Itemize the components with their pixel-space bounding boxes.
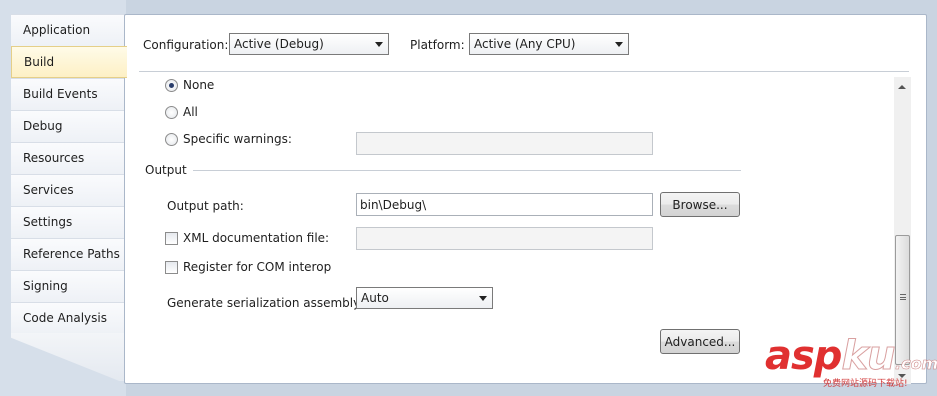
watermark-brand-a: asp [765, 333, 842, 379]
configuration-value: Active (Debug) [234, 37, 324, 51]
tab-debug[interactable]: Debug [11, 110, 125, 142]
serialization-label: Generate serialization assembly: [167, 296, 364, 310]
warnings-specific-label: Specific warnings: [183, 132, 292, 146]
scroll-up-icon[interactable] [898, 85, 906, 89]
serialization-dropdown[interactable]: Auto [356, 287, 493, 309]
tab-label: Code Analysis [23, 311, 107, 325]
warnings-specific-radio[interactable] [165, 133, 178, 146]
platform-value: Active (Any CPU) [474, 37, 576, 51]
tab-code-analysis[interactable]: Code Analysis [11, 302, 125, 334]
tab-settings[interactable]: Settings [11, 206, 125, 238]
sidebar-filler [11, 333, 125, 381]
warnings-all-radio[interactable] [165, 106, 178, 119]
warnings-none-label: None [183, 78, 215, 92]
tab-build-events[interactable]: Build Events [11, 78, 125, 110]
tab-label: Debug [23, 119, 63, 133]
specific-warnings-input[interactable] [356, 132, 653, 155]
advanced-button[interactable]: Advanced... [660, 329, 740, 354]
warnings-none-radio[interactable] [165, 79, 178, 92]
tab-build[interactable]: Build [11, 46, 127, 78]
watermark-brand: aspku [765, 333, 896, 379]
configuration-label: Configuration: [143, 38, 229, 52]
tab-label: Reference Paths [23, 247, 120, 261]
tab-label: Settings [23, 215, 73, 229]
serialization-value: Auto [361, 291, 389, 305]
tab-signing[interactable]: Signing [11, 270, 125, 302]
watermark-tagline: 免费网站源码下载站! [823, 379, 908, 389]
tab-label: Signing [23, 279, 68, 293]
configuration-dropdown[interactable]: Active (Debug) [229, 33, 389, 55]
tab-application[interactable]: Application [11, 14, 125, 46]
output-path-input[interactable]: bin\Debug\ [356, 193, 653, 216]
header-separator [139, 71, 909, 72]
watermark-brand-b: ku [841, 333, 896, 379]
tab-reference-paths[interactable]: Reference Paths [11, 238, 125, 270]
browse-button[interactable]: Browse... [660, 192, 740, 217]
xml-documentation-checkbox[interactable] [165, 232, 178, 245]
build-properties-panel: Configuration: Active (Debug) Platform: … [124, 14, 927, 384]
chevron-down-icon [615, 42, 623, 47]
tab-label: Services [23, 183, 74, 197]
xml-documentation-label: XML documentation file: [183, 231, 330, 245]
platform-label: Platform: [410, 38, 465, 52]
output-section-heading: Output [145, 163, 187, 177]
output-path-label: Output path: [167, 199, 244, 213]
chevron-down-icon [479, 296, 487, 301]
watermark-brand-c: .com [895, 354, 937, 374]
watermark-logo: aspku .com 免费网站源码下载站! [765, 333, 937, 394]
output-group-line [193, 170, 741, 171]
grip-icon [900, 294, 906, 300]
tab-resources[interactable]: Resources [11, 142, 125, 174]
com-interop-label: Register for COM interop [183, 260, 332, 274]
tab-label: Application [23, 23, 91, 37]
warnings-all-label: All [183, 105, 198, 119]
chevron-down-icon [375, 42, 383, 47]
tab-label: Resources [23, 151, 85, 165]
tab-services[interactable]: Services [11, 174, 125, 206]
property-tabs-sidebar: Application Build Build Events Debug Res… [0, 0, 127, 396]
tab-label: Build Events [23, 87, 98, 101]
tab-label: Build [24, 55, 55, 69]
xml-documentation-input[interactable] [356, 227, 653, 250]
platform-dropdown[interactable]: Active (Any CPU) [469, 33, 629, 55]
com-interop-checkbox[interactable] [165, 261, 178, 274]
